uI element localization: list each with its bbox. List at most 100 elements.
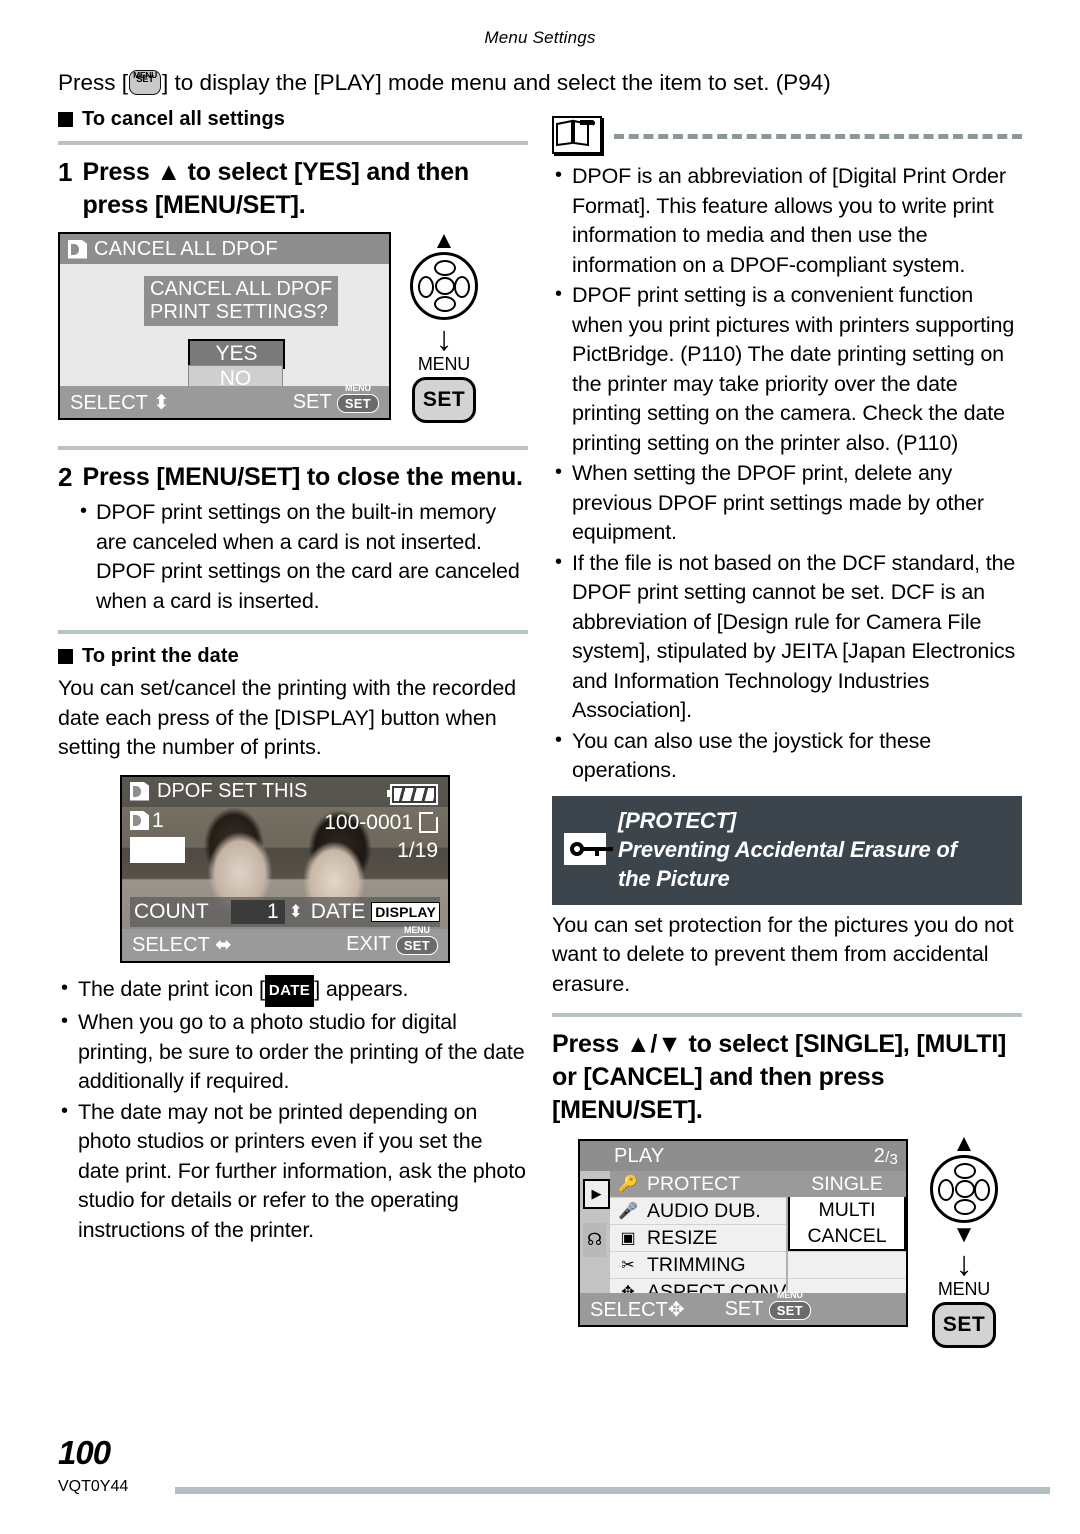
intro-text-after: ] to display the [PLAY] mode menu and se…	[162, 70, 831, 95]
list-item: When you go to a photo studio for digita…	[58, 1007, 528, 1097]
card-icon	[419, 812, 438, 833]
setup-tab-icon[interactable]: ☊	[583, 1223, 606, 1257]
list-item: The date may not be printed depending on…	[58, 1097, 528, 1246]
up-triangle-icon: ▲	[952, 1130, 976, 1157]
set-chip-icon: MENU SET	[336, 383, 379, 413]
divider	[552, 1013, 1022, 1017]
lcd-titlebar: PLAY 2/3	[580, 1141, 906, 1171]
step-2-number: 2	[58, 462, 73, 492]
lcd-play-menu: PLAY 2/3 ▶ ☊ 🔑 PROTECT 🎤 AUDIO DUB. ▣ RE…	[578, 1139, 908, 1327]
protect-banner-subtitle-2: the Picture	[618, 865, 730, 891]
list-item: You can also use the joystick for these …	[552, 726, 1022, 786]
set-button-icon: SET	[932, 1302, 996, 1348]
lcd-message-line-2: PRINT SETTINGS?	[150, 301, 328, 323]
lcd-frame-counter: 1/19	[397, 838, 438, 862]
date-placeholder-box	[130, 836, 185, 863]
lcd-print-count-badge: 1	[130, 809, 164, 833]
lcd-bottom-bar: SELECT SET MENUSET	[60, 383, 389, 418]
count-label: COUNT	[134, 899, 209, 923]
lcd-cancel-all-dpof: CANCEL ALL DPOF CANCEL ALL DPOF PRINT SE…	[58, 232, 391, 420]
lcd-dpof-set-this: DPOF SET THIS 1 100-0001 1/19 COUNT 1 ⬍ …	[120, 774, 450, 963]
list-item: DPOF is an abbreviation of [Digital Prin…	[552, 161, 1022, 280]
dpad-down	[434, 296, 456, 312]
section-heading-label: To cancel all settings	[82, 108, 286, 130]
lcd-title-row: DPOF SET THIS	[130, 780, 307, 803]
option-multi[interactable]: MULTI	[788, 1197, 906, 1223]
lcd-title: CANCEL ALL DPOF	[94, 237, 278, 260]
list-item: The date print icon [DATE] appears.	[58, 974, 528, 1007]
lcd-select-hint: SELECT	[132, 932, 232, 957]
list-item: If the file is not based on the DCF stan…	[552, 548, 1022, 726]
menu-row-label: PROTECT	[647, 1172, 741, 1195]
lcd-file-number: 100-0001	[324, 811, 438, 835]
down-arrow-icon: ↓	[955, 1245, 973, 1283]
set-button-icon: SET	[412, 377, 476, 423]
display-button-chip: DISPLAY	[371, 901, 440, 922]
page-number: 100	[58, 1434, 111, 1471]
down-triangle-icon: ▼	[952, 1221, 976, 1248]
running-head: Menu Settings	[484, 28, 596, 47]
dpof-icon	[68, 239, 87, 259]
lcd-exit-hint: EXIT MENU SET	[346, 925, 438, 956]
divider	[58, 630, 528, 634]
footer-rule	[175, 1487, 1050, 1494]
doc-code: VQT0Y44	[58, 1478, 129, 1495]
dpof-icon	[130, 811, 149, 830]
lcd-side-tabs: ▶ ☊	[580, 1171, 610, 1293]
menu-label: MENU	[937, 1279, 991, 1299]
list-item: DPOF print setting is a convenient funct…	[552, 280, 1022, 458]
menu-row-trimming[interactable]: ✂ TRIMMING	[610, 1252, 906, 1279]
book-note-icon	[552, 116, 602, 154]
dpad-center	[955, 1180, 975, 1198]
dpad-up	[434, 260, 456, 276]
intro-text-before: Press [	[58, 70, 129, 95]
four-way-arrow-icon	[668, 1299, 685, 1321]
dpad-center	[435, 277, 455, 295]
count-value[interactable]: 1	[230, 899, 285, 924]
menu-label: MENU	[417, 354, 471, 374]
step-1-text: Press ▲ to select [YES] and then press […	[82, 158, 469, 219]
print-count-value: 1	[152, 808, 164, 832]
play-tab-icon[interactable]: ▶	[583, 1179, 610, 1209]
manual-page: Menu Settings Press [MENU SET] to display…	[0, 0, 1080, 1534]
option-single[interactable]: SINGLE	[788, 1171, 906, 1197]
protect-banner-subtitle-1: Preventing Accidental Erasure of	[618, 836, 957, 862]
right-column: DPOF is an abbreviation of [Digital Prin…	[552, 108, 1022, 1348]
up-down-arrow-icon	[153, 392, 170, 414]
step-1: 1 Press ▲ to select [YES] and then press…	[58, 156, 528, 222]
lcd-confirm-message: CANCEL ALL DPOF PRINT SETTINGS?	[144, 276, 339, 326]
page-indicator: 2/3	[873, 1144, 898, 1168]
date-label: DATE	[310, 899, 366, 923]
section-heading-print-date: To print the date	[58, 645, 528, 668]
print-date-body: You can set/cancel the printing with the…	[58, 676, 517, 759]
set-chip-icon: MENU SET	[768, 1290, 811, 1320]
protect-banner-text: [PROTECT] Preventing Accidental Erasure …	[618, 806, 957, 893]
note-header	[552, 116, 1022, 154]
menu-set-key-icon: MENU SET	[129, 70, 162, 95]
cursor-illustration-1: ▲ ↓ MENU SET	[398, 227, 490, 423]
option-cancel[interactable]: CANCEL	[788, 1223, 906, 1251]
lcd-option-column: SINGLE MULTI CANCEL	[788, 1171, 906, 1251]
date-chip-icon: DATE	[264, 974, 315, 1007]
list-item: DPOF print settings on the built-in memo…	[58, 497, 528, 616]
lcd-select-hint: SELECT	[590, 1297, 685, 1322]
date-toggle[interactable]: DATE DISPLAY	[311, 900, 440, 924]
dashed-divider	[614, 133, 1022, 139]
menu-row-label: RESIZE	[647, 1226, 718, 1249]
key-icon: 🔑	[618, 1176, 638, 1193]
resize-icon: ▣	[620, 1230, 636, 1247]
note-bullets: DPOF is an abbreviation of [Digital Prin…	[552, 161, 1022, 786]
lcd-title: DPOF SET THIS	[157, 779, 308, 802]
protect-step-text: Press ▲/▼ to select [SINGLE], [MULTI] or…	[552, 1030, 1007, 1124]
step-2-bullets: DPOF print settings on the built-in memo…	[58, 497, 528, 616]
up-triangle-icon: ▲	[432, 227, 456, 254]
lcd-set-hint: SET MENU SET	[293, 383, 379, 414]
divider	[58, 446, 528, 450]
menu-key-label: SET	[136, 74, 154, 85]
scissors-icon: ✂	[621, 1257, 635, 1274]
screen-2-figure: DPOF SET THIS 1 100-0001 1/19 COUNT 1 ⬍ …	[120, 774, 528, 963]
screen-1-figure: CANCEL ALL DPOF CANCEL ALL DPOF PRINT SE…	[58, 227, 528, 428]
cursor-illustration-2: ▲ ▼ ↓ MENU SET	[918, 1130, 1010, 1348]
dpad-left	[938, 1179, 954, 1201]
lcd-select-hint: SELECT	[70, 390, 170, 415]
